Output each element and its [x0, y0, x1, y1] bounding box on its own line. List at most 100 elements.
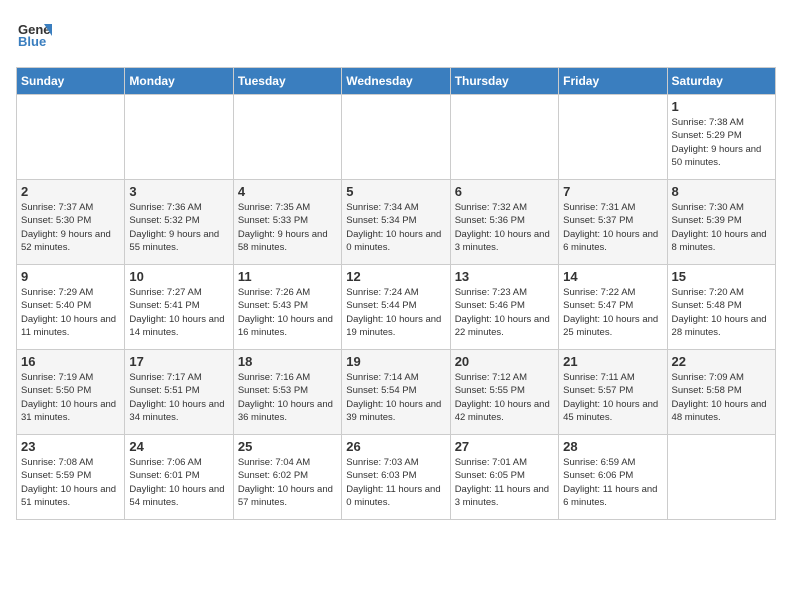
- calendar-cell: 12Sunrise: 7:24 AM Sunset: 5:44 PM Dayli…: [342, 265, 450, 350]
- cell-info: Sunrise: 7:20 AM Sunset: 5:48 PM Dayligh…: [672, 286, 771, 339]
- calendar-week-5: 23Sunrise: 7:08 AM Sunset: 5:59 PM Dayli…: [17, 435, 776, 520]
- cell-info: Sunrise: 7:24 AM Sunset: 5:44 PM Dayligh…: [346, 286, 445, 339]
- calendar-cell: 3 Sunrise: 7:36 AM Sunset: 5:32 PM Daylig…: [125, 180, 233, 265]
- day-number: 13: [455, 269, 554, 284]
- cell-info: Sunrise: 7:19 AM Sunset: 5:50 PM Dayligh…: [21, 371, 120, 424]
- calendar-cell: 9Sunrise: 7:29 AM Sunset: 5:40 PM Daylig…: [17, 265, 125, 350]
- calendar-cell: 28 Sunrise: 6:59 AM Sunset: 6:06 PM Dayli…: [559, 435, 667, 520]
- cell-info: Sunrise: 7:27 AM Sunset: 5:41 PM Dayligh…: [129, 286, 228, 339]
- cell-info: Sunrise: 7:32 AM Sunset: 5:36 PM Dayligh…: [455, 201, 554, 254]
- day-number: 26: [346, 439, 445, 454]
- cell-info: Sunrise: 7:06 AM Sunset: 6:01 PM Dayligh…: [129, 456, 228, 509]
- cell-info: Sunrise: 7:35 AM Sunset: 5:33 PM Dayligh…: [238, 201, 337, 254]
- calendar-week-4: 16 Sunrise: 7:19 AM Sunset: 5:50 PM Dayli…: [17, 350, 776, 435]
- calendar-cell: 4 Sunrise: 7:35 AM Sunset: 5:33 PM Daylig…: [233, 180, 341, 265]
- weekday-header-monday: Monday: [125, 68, 233, 95]
- cell-info: Sunrise: 7:36 AM Sunset: 5:32 PM Dayligh…: [129, 201, 228, 254]
- calendar-cell: [450, 95, 558, 180]
- weekday-header-thursday: Thursday: [450, 68, 558, 95]
- calendar-cell: 1 Sunrise: 7:38 AM Sunset: 5:29 PM Daylig…: [667, 95, 775, 180]
- calendar-cell: 18 Sunrise: 7:16 AM Sunset: 5:53 PM Dayli…: [233, 350, 341, 435]
- calendar-cell: 11 Sunrise: 7:26 AM Sunset: 5:43 PM Dayli…: [233, 265, 341, 350]
- calendar-cell: [667, 435, 775, 520]
- cell-info: Sunrise: 7:09 AM Sunset: 5:58 PM Dayligh…: [672, 371, 771, 424]
- cell-info: Sunrise: 7:31 AM Sunset: 5:37 PM Dayligh…: [563, 201, 662, 254]
- cell-info: Sunrise: 7:26 AM Sunset: 5:43 PM Dayligh…: [238, 286, 337, 339]
- calendar-week-3: 9Sunrise: 7:29 AM Sunset: 5:40 PM Daylig…: [17, 265, 776, 350]
- cell-info: Sunrise: 7:16 AM Sunset: 5:53 PM Dayligh…: [238, 371, 337, 424]
- calendar-cell: 15 Sunrise: 7:20 AM Sunset: 5:48 PM Dayli…: [667, 265, 775, 350]
- calendar-week-2: 2Sunrise: 7:37 AM Sunset: 5:30 PM Daylig…: [17, 180, 776, 265]
- day-number: 16: [21, 354, 120, 369]
- header: General Blue: [16, 16, 776, 57]
- day-number: 28: [563, 439, 662, 454]
- calendar-cell: 5 Sunrise: 7:34 AM Sunset: 5:34 PM Daylig…: [342, 180, 450, 265]
- calendar-cell: [233, 95, 341, 180]
- calendar-cell: 21 Sunrise: 7:11 AM Sunset: 5:57 PM Dayli…: [559, 350, 667, 435]
- calendar-cell: 17 Sunrise: 7:17 AM Sunset: 5:51 PM Dayli…: [125, 350, 233, 435]
- day-number: 1: [672, 99, 771, 114]
- calendar-cell: 16 Sunrise: 7:19 AM Sunset: 5:50 PM Dayli…: [17, 350, 125, 435]
- cell-info: Sunrise: 7:38 AM Sunset: 5:29 PM Dayligh…: [672, 116, 771, 169]
- calendar-cell: [342, 95, 450, 180]
- weekday-header-tuesday: Tuesday: [233, 68, 341, 95]
- calendar-cell: 26 Sunrise: 7:03 AM Sunset: 6:03 PM Dayli…: [342, 435, 450, 520]
- day-number: 18: [238, 354, 337, 369]
- day-number: 17: [129, 354, 228, 369]
- calendar-cell: [559, 95, 667, 180]
- calendar-cell: 6Sunrise: 7:32 AM Sunset: 5:36 PM Daylig…: [450, 180, 558, 265]
- cell-info: Sunrise: 7:01 AM Sunset: 6:05 PM Dayligh…: [455, 456, 554, 509]
- cell-info: Sunrise: 6:59 AM Sunset: 6:06 PM Dayligh…: [563, 456, 662, 509]
- day-number: 10: [129, 269, 228, 284]
- day-number: 22: [672, 354, 771, 369]
- calendar-cell: [17, 95, 125, 180]
- calendar-cell: 2Sunrise: 7:37 AM Sunset: 5:30 PM Daylig…: [17, 180, 125, 265]
- day-number: 24: [129, 439, 228, 454]
- weekday-header-saturday: Saturday: [667, 68, 775, 95]
- calendar-table: SundayMondayTuesdayWednesdayThursdayFrid…: [16, 67, 776, 520]
- calendar-cell: 7 Sunrise: 7:31 AM Sunset: 5:37 PM Daylig…: [559, 180, 667, 265]
- day-number: 14: [563, 269, 662, 284]
- day-number: 3: [129, 184, 228, 199]
- calendar-cell: 24 Sunrise: 7:06 AM Sunset: 6:01 PM Dayli…: [125, 435, 233, 520]
- calendar-cell: 14 Sunrise: 7:22 AM Sunset: 5:47 PM Dayli…: [559, 265, 667, 350]
- cell-info: Sunrise: 7:30 AM Sunset: 5:39 PM Dayligh…: [672, 201, 771, 254]
- cell-info: Sunrise: 7:34 AM Sunset: 5:34 PM Dayligh…: [346, 201, 445, 254]
- calendar-cell: 10 Sunrise: 7:27 AM Sunset: 5:41 PM Dayli…: [125, 265, 233, 350]
- day-number: 8: [672, 184, 771, 199]
- calendar-cell: 19 Sunrise: 7:14 AM Sunset: 5:54 PM Dayli…: [342, 350, 450, 435]
- day-number: 20: [455, 354, 554, 369]
- day-number: 4: [238, 184, 337, 199]
- calendar-cell: 23Sunrise: 7:08 AM Sunset: 5:59 PM Dayli…: [17, 435, 125, 520]
- day-number: 11: [238, 269, 337, 284]
- cell-info: Sunrise: 7:29 AM Sunset: 5:40 PM Dayligh…: [21, 286, 120, 339]
- calendar-cell: 27 Sunrise: 7:01 AM Sunset: 6:05 PM Dayli…: [450, 435, 558, 520]
- weekday-header-wednesday: Wednesday: [342, 68, 450, 95]
- logo: General Blue: [16, 16, 52, 57]
- day-number: 21: [563, 354, 662, 369]
- cell-info: Sunrise: 7:14 AM Sunset: 5:54 PM Dayligh…: [346, 371, 445, 424]
- calendar-cell: 13 Sunrise: 7:23 AM Sunset: 5:46 PM Dayli…: [450, 265, 558, 350]
- cell-info: Sunrise: 7:03 AM Sunset: 6:03 PM Dayligh…: [346, 456, 445, 509]
- cell-info: Sunrise: 7:17 AM Sunset: 5:51 PM Dayligh…: [129, 371, 228, 424]
- cell-info: Sunrise: 7:12 AM Sunset: 5:55 PM Dayligh…: [455, 371, 554, 424]
- day-number: 19: [346, 354, 445, 369]
- day-number: 7: [563, 184, 662, 199]
- cell-info: Sunrise: 7:22 AM Sunset: 5:47 PM Dayligh…: [563, 286, 662, 339]
- calendar-week-1: 1 Sunrise: 7:38 AM Sunset: 5:29 PM Daylig…: [17, 95, 776, 180]
- day-number: 5: [346, 184, 445, 199]
- weekday-header-sunday: Sunday: [17, 68, 125, 95]
- weekday-header-friday: Friday: [559, 68, 667, 95]
- cell-info: Sunrise: 7:11 AM Sunset: 5:57 PM Dayligh…: [563, 371, 662, 424]
- cell-info: Sunrise: 7:37 AM Sunset: 5:30 PM Dayligh…: [21, 201, 120, 254]
- logo-icon: General Blue: [16, 16, 52, 57]
- day-number: 27: [455, 439, 554, 454]
- cell-info: Sunrise: 7:04 AM Sunset: 6:02 PM Dayligh…: [238, 456, 337, 509]
- cell-info: Sunrise: 7:23 AM Sunset: 5:46 PM Dayligh…: [455, 286, 554, 339]
- day-number: 15: [672, 269, 771, 284]
- calendar-cell: 8 Sunrise: 7:30 AM Sunset: 5:39 PM Daylig…: [667, 180, 775, 265]
- calendar-cell: 20 Sunrise: 7:12 AM Sunset: 5:55 PM Dayli…: [450, 350, 558, 435]
- calendar-cell: 22 Sunrise: 7:09 AM Sunset: 5:58 PM Dayli…: [667, 350, 775, 435]
- svg-text:Blue: Blue: [18, 34, 46, 49]
- day-number: 25: [238, 439, 337, 454]
